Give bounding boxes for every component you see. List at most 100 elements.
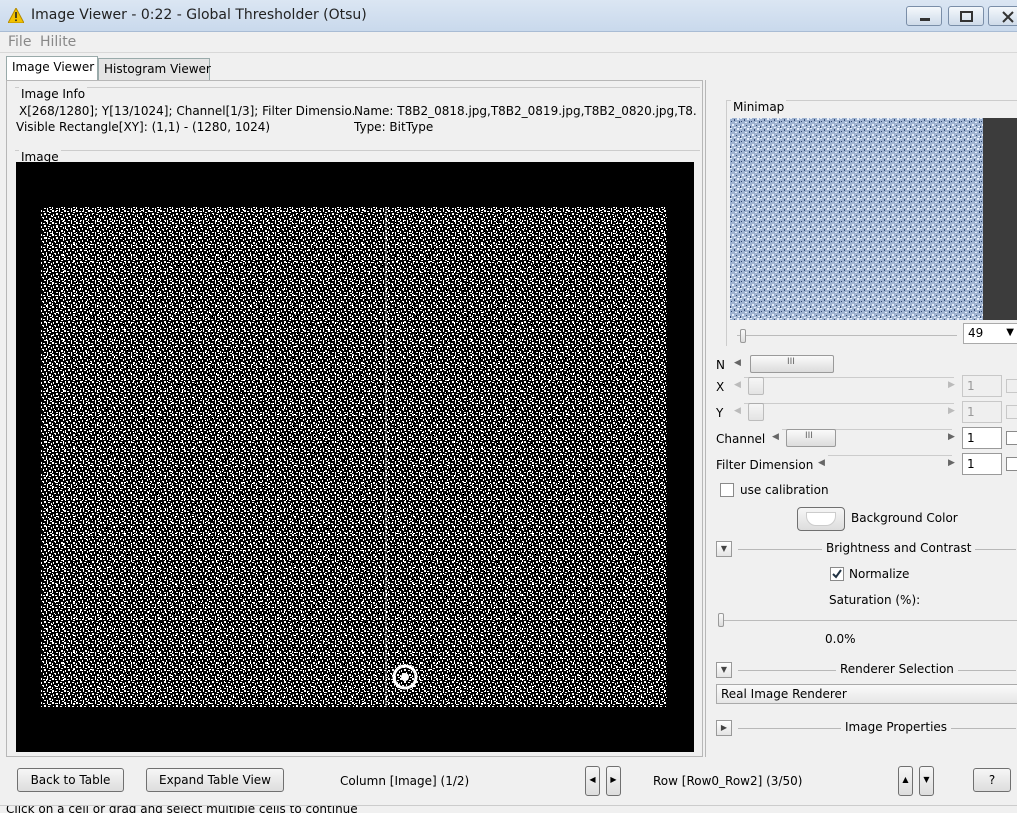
- image-canvas[interactable]: [16, 162, 694, 752]
- minimize-button[interactable]: [906, 6, 942, 26]
- background-color-button[interactable]: [797, 507, 845, 531]
- renderer-section-header: ▼ Renderer Selection: [716, 662, 1016, 678]
- renderer-toggle-icon[interactable]: ▼: [716, 662, 732, 678]
- use-calibration-label: use calibration: [740, 483, 829, 497]
- use-calibration-checkbox[interactable]: [720, 483, 734, 497]
- dim-y-checkbox: [1006, 405, 1017, 419]
- dim-n-thumb[interactable]: III: [750, 355, 834, 373]
- dim-filter-left-arrow-icon[interactable]: ◀: [818, 458, 825, 468]
- menu-file[interactable]: File: [8, 34, 31, 50]
- image-info-position: X[268/1280]; Y[13/1024]; Channel[1/3]; F…: [19, 104, 354, 118]
- title-bar: Image Viewer - 0:22 - Global Thresholder…: [0, 0, 1017, 32]
- image-info-legend: Image Info: [19, 87, 88, 101]
- saturation-label: Saturation (%):: [829, 593, 921, 607]
- minimize-icon: [920, 18, 930, 21]
- column-prev-button[interactable]: ◀: [585, 766, 600, 796]
- zoom-slider-thumb[interactable]: [740, 329, 746, 343]
- normalize-checkbox[interactable]: [830, 567, 844, 581]
- thresholded-image: [41, 207, 667, 707]
- image-info-group: Image Info X[268/1280]; Y[13/1024]; Chan…: [15, 87, 700, 139]
- image-group: Image: [15, 150, 700, 753]
- brightness-section-title: Brightness and Contrast: [822, 541, 976, 555]
- back-to-table-button[interactable]: Back to Table: [17, 768, 124, 792]
- dim-filter-label: Filter Dimension: [716, 458, 814, 472]
- saturation-value: 0.0%: [825, 632, 856, 646]
- dim-channel-field[interactable]: 1: [962, 427, 1002, 449]
- brightness-section-header: ▼ Brightness and Contrast: [716, 541, 1016, 557]
- saturation-thumb[interactable]: [718, 613, 724, 627]
- dim-channel-left-arrow-icon[interactable]: ◀: [772, 432, 779, 442]
- row-prev-button[interactable]: ▲: [898, 766, 913, 796]
- normalize-label: Normalize: [849, 567, 910, 581]
- dim-channel-thumb[interactable]: III: [786, 429, 836, 447]
- dim-x-thumb: [748, 377, 764, 395]
- dim-channel-right-arrow-icon[interactable]: ▶: [948, 432, 955, 442]
- dim-filter-row: Filter Dimension ◀ ▶ 1: [716, 453, 1017, 475]
- dim-x-slider: [744, 377, 954, 395]
- minimap-view[interactable]: [730, 118, 983, 320]
- dim-filter-checkbox[interactable]: [1006, 457, 1017, 471]
- column-indicator: Column [Image] (1/2): [340, 774, 470, 788]
- settings-panel: Minimap 49 ▼ N ◀ III X ◀ ▶ 1 Y ◀ ▶ 1 Cha…: [705, 80, 1017, 757]
- minimap-group: Minimap 49 ▼: [726, 100, 1017, 346]
- image-info-type: Type: BitType: [354, 120, 434, 134]
- dim-y-left-arrow-icon: ◀: [734, 406, 741, 416]
- dim-x-left-arrow-icon: ◀: [734, 380, 741, 390]
- renderer-section-title: Renderer Selection: [836, 662, 958, 676]
- dim-filter-field[interactable]: 1: [962, 453, 1002, 475]
- minimap-image: [730, 118, 983, 320]
- image-viewer-panel: Image Info X[268/1280]; Y[13/1024]; Chan…: [6, 80, 703, 757]
- background-color-swatch: [806, 512, 836, 526]
- dim-filter-right-arrow-icon[interactable]: ▶: [948, 458, 955, 468]
- chevron-right-icon: ▶: [610, 775, 617, 784]
- column-next-button[interactable]: ▶: [606, 766, 621, 796]
- image-info-name: Name: T8B2_0818.jpg,T8B2_0819.jpg,T8B2_0…: [354, 104, 696, 118]
- image-properties-section-title: Image Properties: [841, 720, 952, 734]
- chevron-left-icon: ◀: [589, 775, 596, 784]
- image-info-visible-rect: Visible Rectangle[XY]: (1,1) - (1280, 10…: [16, 120, 271, 134]
- dim-n-label: N: [716, 358, 725, 372]
- zoom-select[interactable]: 49 ▼: [963, 323, 1017, 344]
- dim-y-label: Y: [716, 406, 724, 420]
- dim-filter-slider[interactable]: [828, 455, 952, 473]
- brightness-toggle-icon[interactable]: ▼: [716, 541, 732, 557]
- maximize-button[interactable]: [948, 6, 984, 26]
- maximize-icon: [960, 11, 973, 22]
- warning-icon: [8, 8, 24, 23]
- help-button[interactable]: ?: [973, 768, 1011, 792]
- image-properties-section-header: ▶ Image Properties: [716, 720, 1016, 736]
- chevron-down-icon: ▼: [1006, 327, 1014, 338]
- bottom-bar: Back to Table Expand Table View Column […: [0, 760, 1017, 805]
- minimap-frame: [983, 118, 1017, 320]
- renderer-selected: Real Image Renderer: [721, 687, 847, 701]
- dim-x-label: X: [716, 380, 725, 394]
- dim-n-row: N ◀ III: [716, 355, 1016, 375]
- close-button[interactable]: [988, 6, 1017, 26]
- zoom-slider[interactable]: [737, 329, 957, 343]
- saturation-slider[interactable]: [718, 613, 1017, 627]
- expand-table-view-button[interactable]: Expand Table View: [146, 768, 284, 792]
- dim-n-left-arrow-icon[interactable]: ◀: [734, 358, 741, 368]
- row-next-button[interactable]: ▼: [919, 766, 934, 796]
- dim-x-field: 1: [962, 375, 1002, 397]
- background-color-label: Background Color: [851, 511, 958, 525]
- dim-y-right-arrow-icon: ▶: [948, 406, 955, 416]
- zoom-value: 49: [968, 326, 984, 340]
- minimap-legend: Minimap: [731, 100, 787, 114]
- menu-bar: File Hilite: [0, 32, 1017, 53]
- dim-x-row: X ◀ ▶ 1: [716, 375, 1017, 397]
- dim-channel-row: Channel ◀ III ▶ 1: [716, 427, 1017, 449]
- window-title: Image Viewer - 0:22 - Global Thresholder…: [31, 7, 367, 23]
- close-icon: [1002, 11, 1014, 23]
- dim-channel-checkbox[interactable]: [1006, 431, 1017, 445]
- tab-image-viewer[interactable]: Image Viewer: [6, 56, 98, 80]
- image-properties-toggle-icon[interactable]: ▶: [716, 720, 732, 736]
- renderer-select[interactable]: Real Image Renderer: [716, 684, 1017, 704]
- status-bar: Click on a cell or drag and select multi…: [0, 805, 1017, 813]
- chevron-up-icon: ▲: [902, 775, 909, 784]
- dim-y-row: Y ◀ ▶ 1: [716, 401, 1017, 423]
- dim-channel-label: Channel: [716, 432, 766, 446]
- menu-hilite[interactable]: Hilite: [40, 34, 76, 50]
- dim-y-field: 1: [962, 401, 1002, 423]
- tab-histogram-viewer[interactable]: Histogram Viewer: [98, 58, 211, 80]
